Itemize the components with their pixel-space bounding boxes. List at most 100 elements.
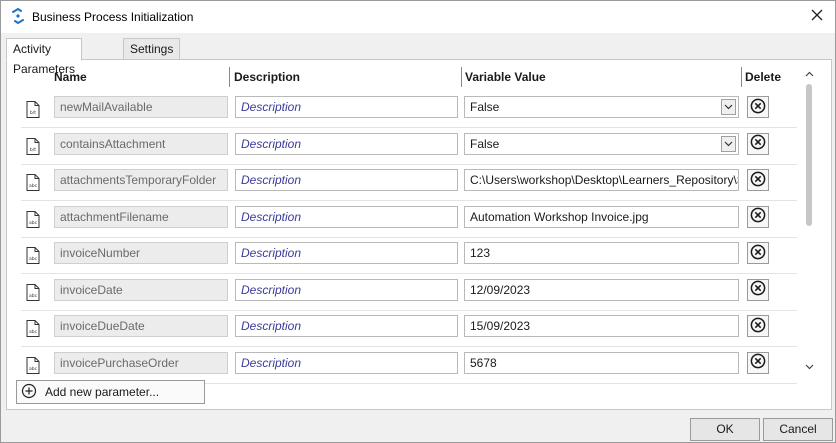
- parameter-row: b/t containsAttachment Description False: [7, 129, 801, 165]
- delete-parameter-button[interactable]: [747, 205, 769, 228]
- variable-value-input[interactable]: 15/09/2023: [464, 315, 739, 337]
- table-header: Name Description Variable Value Delete: [7, 60, 817, 92]
- header-separator[interactable]: [229, 67, 230, 87]
- plus-circle-icon: [21, 383, 37, 402]
- string-file-icon: abc: [26, 283, 40, 301]
- variable-value-dropdown[interactable]: False: [464, 96, 739, 118]
- description-input[interactable]: Description: [235, 96, 458, 118]
- title-bar: Business Process Initialization: [1, 1, 835, 33]
- description-input[interactable]: Description: [235, 315, 458, 337]
- dialog-window: Business Process Initialization Activity…: [0, 0, 836, 443]
- svg-text:abc: abc: [29, 220, 38, 226]
- delete-parameter-button[interactable]: [747, 96, 769, 118]
- parameter-name-field[interactable]: containsAttachment: [54, 132, 228, 155]
- delete-circle-x-icon: [750, 353, 766, 372]
- string-file-icon: abc: [26, 174, 40, 191]
- scroll-thumb[interactable]: [806, 84, 812, 226]
- chevron-down-icon[interactable]: [721, 99, 736, 115]
- variable-value-input[interactable]: 12/09/2023: [464, 278, 739, 301]
- description-input[interactable]: Description: [235, 278, 458, 301]
- ok-button[interactable]: OK: [690, 418, 760, 441]
- uipath-arrows-icon: [10, 7, 26, 25]
- parameter-list: b/t newMailAvailable Description False b/t co…: [7, 92, 801, 408]
- parameter-name-field[interactable]: invoiceNumber: [54, 242, 228, 264]
- delete-circle-x-icon: [750, 171, 766, 190]
- header-variable-value: Variable Value: [465, 70, 546, 84]
- svg-text:abc: abc: [29, 329, 38, 335]
- variable-value-text: 123: [470, 246, 491, 260]
- add-parameter-button[interactable]: Add new parameter...: [16, 380, 205, 404]
- description-input[interactable]: Description: [235, 351, 458, 374]
- header-delete: Delete: [745, 70, 782, 84]
- delete-circle-x-icon: [750, 207, 766, 226]
- close-button[interactable]: [805, 5, 829, 27]
- variable-value-text: 15/09/2023: [470, 319, 531, 333]
- delete-circle-x-icon: [750, 134, 766, 153]
- delete-parameter-button[interactable]: [747, 242, 769, 264]
- variable-value-text: 12/09/2023: [470, 282, 531, 297]
- parameter-name-field[interactable]: invoicePurchaseOrder: [54, 351, 228, 374]
- delete-parameter-button[interactable]: [747, 132, 769, 155]
- parameter-name-field[interactable]: invoiceDate: [54, 278, 228, 301]
- description-input[interactable]: Description: [235, 169, 458, 191]
- delete-circle-x-icon: [750, 280, 766, 299]
- variable-value-input[interactable]: 5678: [464, 351, 739, 374]
- parameter-name-field[interactable]: attachmentsTemporaryFolder: [54, 169, 228, 191]
- boolean-file-icon: b/t: [26, 137, 40, 155]
- delete-circle-x-icon: [750, 244, 766, 263]
- chevron-down-icon[interactable]: [721, 135, 736, 152]
- parameter-name-field[interactable]: attachmentFilename: [54, 205, 228, 228]
- boolean-file-icon: b/t: [26, 101, 40, 118]
- delete-circle-x-icon: [750, 317, 766, 336]
- delete-parameter-button[interactable]: [747, 351, 769, 374]
- cancel-button[interactable]: Cancel: [763, 418, 833, 441]
- variable-value-input[interactable]: 123: [464, 242, 739, 264]
- variable-value-input[interactable]: Automation Workshop Invoice.jpg: [464, 205, 739, 228]
- svg-text:abc: abc: [29, 293, 38, 299]
- svg-text:abc: abc: [29, 366, 38, 372]
- delete-parameter-button[interactable]: [747, 278, 769, 301]
- variable-value-dropdown[interactable]: False: [464, 132, 739, 155]
- header-separator[interactable]: [461, 67, 462, 87]
- svg-text:abc: abc: [29, 183, 38, 189]
- parameter-name-field[interactable]: invoiceDueDate: [54, 315, 228, 337]
- scroll-down-icon[interactable]: [802, 361, 816, 373]
- variable-value-text: 5678: [470, 355, 497, 370]
- header-separator[interactable]: [741, 67, 742, 87]
- close-icon: [811, 9, 823, 24]
- add-parameter-label: Add new parameter...: [45, 385, 160, 399]
- variable-value-text: False: [470, 100, 500, 114]
- header-description: Description: [234, 70, 301, 84]
- scroll-up-icon[interactable]: [802, 68, 816, 80]
- parameter-row: b/t newMailAvailable Description False: [7, 92, 801, 128]
- delete-circle-x-icon: [750, 98, 766, 117]
- variable-value-text: Automation Workshop Invoice.jpg: [470, 209, 649, 224]
- svg-text:b/t: b/t: [30, 147, 36, 153]
- string-file-icon: abc: [26, 320, 40, 337]
- window-title: Business Process Initialization: [32, 10, 194, 24]
- parameter-row: abc invoiceDueDate Description 15/09/2023: [7, 311, 801, 347]
- delete-parameter-button[interactable]: [747, 315, 769, 337]
- string-file-icon: abc: [26, 210, 40, 228]
- variable-value-input[interactable]: C:\Users\workshop\Desktop\Learners_Repos…: [464, 169, 739, 191]
- description-input[interactable]: Description: [235, 205, 458, 228]
- string-file-icon: abc: [26, 247, 40, 264]
- parameter-row: abc attachmentsTemporaryFolder Description…: [7, 165, 801, 201]
- tab-settings[interactable]: Settings: [123, 38, 181, 60]
- parameters-panel: Name Description Variable Value Delete b…: [6, 59, 832, 410]
- tab-activity-parameters[interactable]: Activity Parameters: [6, 38, 83, 76]
- parameter-row: abc invoiceDate Description 12/09/2023: [7, 275, 801, 311]
- parameter-row: abc invoiceNumber Description 123: [7, 238, 801, 274]
- description-input[interactable]: Description: [235, 242, 458, 264]
- vertical-scrollbar[interactable]: [802, 68, 816, 373]
- svg-text:b/t: b/t: [30, 110, 36, 116]
- variable-value-text: C:\Users\workshop\Desktop\Learners_Repos…: [470, 173, 739, 187]
- string-file-icon: abc: [26, 356, 40, 374]
- parameter-row: abc attachmentFilename Description Automati…: [7, 202, 801, 238]
- variable-value-text: False: [470, 136, 500, 151]
- delete-parameter-button[interactable]: [747, 169, 769, 191]
- parameter-row: abc invoicePurchaseOrder Description 5678: [7, 348, 801, 384]
- description-input[interactable]: Description: [235, 132, 458, 155]
- parameter-name-field[interactable]: newMailAvailable: [54, 96, 228, 118]
- svg-text:abc: abc: [29, 256, 38, 262]
